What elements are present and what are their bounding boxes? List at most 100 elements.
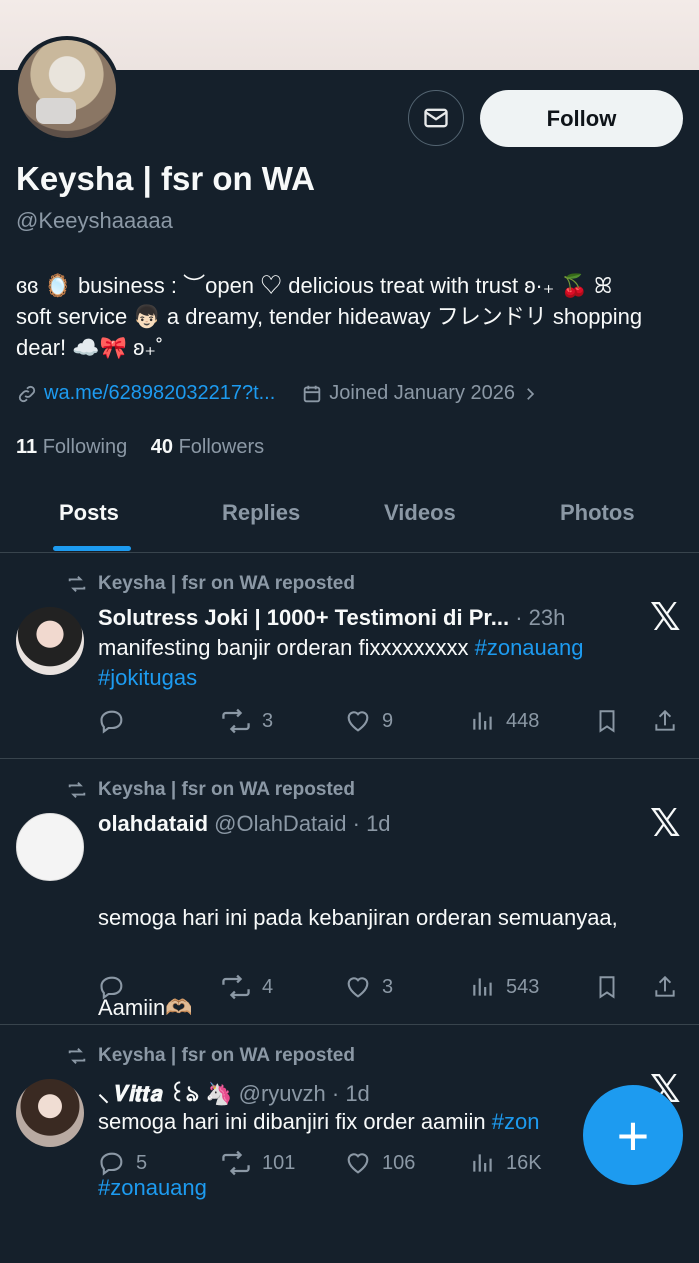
post-actions: 4 3 543 — [98, 973, 688, 1003]
profile-avatar[interactable] — [14, 36, 120, 142]
following-link[interactable]: 11 Following — [16, 436, 127, 458]
repost-label: Keysha | fsr on WA reposted — [98, 1045, 355, 1066]
share-button[interactable] — [652, 707, 688, 735]
author-handle-time: @OlahDataid · 1d — [208, 811, 391, 836]
compose-button[interactable]: + — [583, 1085, 683, 1185]
retweet-icon — [222, 1150, 250, 1176]
view-count: 16K — [506, 1151, 542, 1174]
hashtag-link[interactable]: #zonauang — [475, 635, 584, 660]
repost-count: 4 — [262, 975, 274, 998]
bookmark-button[interactable] — [594, 707, 630, 735]
like-button[interactable]: 106 — [344, 1149, 415, 1177]
like-count: 9 — [382, 709, 394, 732]
repost-label: Keysha | fsr on WA reposted — [98, 573, 355, 594]
x-logo-icon: 𝕏 — [650, 801, 681, 845]
like-button[interactable]: 3 — [344, 973, 393, 1001]
tab-replies[interactable]: Replies — [222, 500, 300, 526]
followers-label: Followers — [178, 436, 265, 458]
avatar[interactable] — [16, 607, 84, 675]
repost-count: 101 — [262, 1151, 296, 1174]
mail-icon — [424, 108, 448, 128]
author-name[interactable]: Solutress Joki | 1000+ Testimoni di Pr..… — [98, 605, 509, 630]
view-count: 543 — [506, 975, 540, 998]
post-actions: 3 9 448 — [98, 707, 688, 737]
bio-line: dear! ☁️🎀 ʚ₊˚ — [16, 335, 164, 360]
bookmark-icon — [599, 976, 615, 999]
profile-display-name: Keysha | fsr on WA — [16, 160, 315, 197]
retweet-icon — [222, 708, 250, 734]
repost-icon — [68, 1048, 86, 1064]
post-header: Solutress Joki | 1000+ Testimoni di Pr..… — [98, 605, 565, 631]
author-handle-time: @ryuvzh · 1d — [232, 1081, 370, 1106]
joined-label: Joined January 2026 — [329, 382, 515, 404]
bio-line: soft service 👦🏻 a dreamy, tender hideawa… — [16, 304, 643, 329]
profile-meta: wa.me/628982032217?t... Joined January 2… — [16, 382, 539, 405]
profile-handle: @Keeyshaaaaa — [16, 208, 173, 233]
post-body: manifesting banjir orderan fixxxxxxxxx — [98, 635, 475, 660]
hashtag-link[interactable]: #jokitugas — [98, 665, 197, 690]
like-count: 106 — [382, 1151, 416, 1174]
reply-button[interactable] — [98, 973, 136, 1001]
post-header: olahdataid @OlahDataid · 1d — [98, 811, 391, 837]
reply-icon — [100, 976, 123, 1000]
bookmark-button[interactable] — [594, 973, 630, 1001]
tab-videos[interactable]: Videos — [384, 500, 456, 526]
view-count: 448 — [506, 709, 540, 732]
views-chart-icon — [473, 978, 492, 996]
repost-label: Keysha | fsr on WA reposted — [98, 779, 355, 800]
author-name[interactable]: olahdataid — [98, 811, 208, 836]
post-body-line: semoga hari ini pada kebanjiran orderan … — [98, 905, 618, 930]
share-button[interactable] — [652, 973, 688, 1001]
views-button[interactable]: 448 — [470, 707, 539, 735]
heart-icon — [347, 1153, 369, 1174]
plus-icon: + — [616, 1103, 650, 1167]
repost-icon — [68, 782, 86, 798]
repost-button[interactable]: 4 — [220, 973, 273, 1001]
like-count: 3 — [382, 975, 394, 998]
views-chart-icon — [473, 1154, 492, 1172]
bookmark-icon — [599, 710, 615, 733]
link-icon — [18, 385, 36, 402]
like-button[interactable]: 9 — [344, 707, 393, 735]
followers-link[interactable]: 40 Followers — [151, 436, 264, 458]
post[interactable]: Keysha | fsr on WA reposted Solutress Jo… — [0, 553, 699, 759]
message-button[interactable] — [408, 90, 464, 146]
chevron-right-icon — [527, 387, 535, 400]
repost-button[interactable]: 3 — [220, 707, 273, 735]
repost-button[interactable]: 101 — [220, 1149, 295, 1177]
reply-button[interactable] — [98, 707, 136, 735]
views-chart-icon — [473, 712, 492, 730]
repost-indicator: Keysha | fsr on WA reposted — [66, 573, 355, 595]
hashtag-link[interactable]: #zon — [492, 1109, 540, 1134]
views-button[interactable]: 543 — [470, 973, 539, 1001]
profile-bio: ɞɞ 🪞 business : ︶open ♡ delicious treat … — [16, 270, 686, 363]
reply-icon — [100, 710, 123, 734]
tab-posts[interactable]: Posts — [59, 500, 119, 526]
share-icon — [655, 709, 675, 731]
following-label: Following — [42, 436, 128, 458]
avatar[interactable] — [16, 813, 84, 881]
profile-link[interactable]: wa.me/628982032217?t... — [44, 382, 275, 405]
following-count: 11 — [16, 436, 38, 458]
views-button[interactable]: 16K — [470, 1149, 542, 1177]
retweet-icon — [222, 974, 250, 1000]
profile-tabs: Posts Replies Videos Photos — [0, 480, 699, 553]
author-name[interactable]: ⸜ 𝑽𝒊𝒕𝒕𝒂 ꒰ঌ 🦄 — [98, 1081, 233, 1106]
repost-count: 3 — [262, 709, 274, 732]
repost-icon — [68, 576, 86, 592]
author-handle-time: · 23h — [509, 605, 566, 630]
active-tab-indicator — [53, 546, 131, 551]
repost-indicator: Keysha | fsr on WA reposted — [66, 1045, 355, 1067]
avatar[interactable] — [16, 1079, 84, 1147]
joined-date[interactable]: Joined January 2026 — [301, 382, 539, 405]
bio-line: ɞɞ 🪞 business : ︶open ♡ delicious treat … — [16, 273, 613, 298]
repost-indicator: Keysha | fsr on WA reposted — [66, 779, 355, 801]
heart-icon — [347, 711, 369, 732]
reply-button[interactable]: 5 — [98, 1149, 147, 1177]
heart-icon — [347, 977, 369, 998]
followers-count: 40 — [150, 436, 174, 458]
post[interactable]: Keysha | fsr on WA reposted olahdataid @… — [0, 759, 699, 1200]
follow-button[interactable]: Follow — [480, 90, 683, 147]
tab-photos[interactable]: Photos — [560, 500, 635, 526]
post-body: semoga hari ini dibanjiri fix order aami… — [98, 1109, 492, 1134]
